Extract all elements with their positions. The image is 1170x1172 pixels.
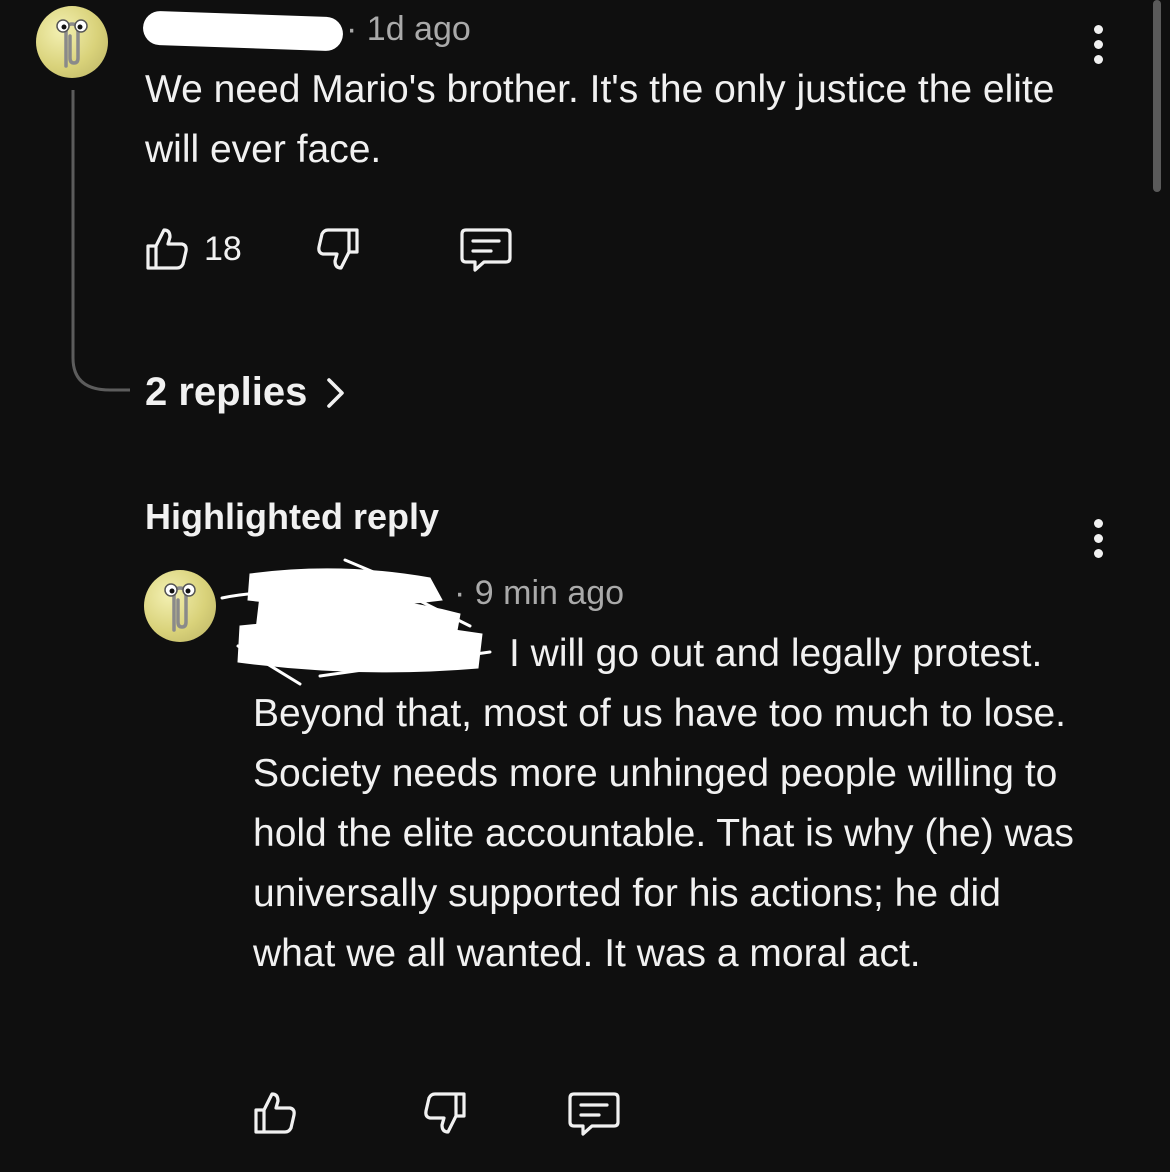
reply-text: I will go out and legally protest. Beyon… <box>253 624 1093 984</box>
comment-meta: · 1d ago <box>346 10 471 49</box>
comment-avatar[interactable] <box>36 6 108 78</box>
comment-icon <box>460 228 512 272</box>
thumbs-down-icon <box>424 1092 466 1134</box>
comment-menu-button[interactable] <box>1088 25 1108 64</box>
comment-text: We need Mario's brother. It's the only j… <box>145 68 1055 171</box>
view-replies-link[interactable]: 2 replies <box>145 370 347 415</box>
comment-icon <box>568 1092 620 1136</box>
redacted-username <box>142 10 344 52</box>
thumbs-up-icon <box>254 1092 296 1134</box>
paperclip-avatar-icon <box>164 583 196 632</box>
thumbs-up-icon <box>146 228 188 270</box>
thread-line <box>71 90 130 392</box>
reply-time: 9 min ago <box>474 574 625 612</box>
highlighted-reply-label: Highlighted reply <box>145 496 440 537</box>
replies-label: 2 replies <box>145 370 308 414</box>
like-count: 18 <box>204 230 242 268</box>
paperclip-avatar-icon <box>56 19 88 68</box>
reply-text-content: I will go out and legally protest. Beyon… <box>253 632 1074 975</box>
thumbs-down-icon <box>317 228 359 270</box>
reply-meta: · 9 min ago <box>454 574 624 613</box>
scrollbar[interactable] <box>1153 0 1161 192</box>
reply-avatar[interactable] <box>144 570 216 642</box>
dislike-button[interactable] <box>314 226 362 274</box>
reply-comment-button[interactable] <box>567 1090 621 1138</box>
comment-time: 1d ago <box>366 10 471 48</box>
reply-dislike-button[interactable] <box>421 1090 469 1138</box>
reply-button[interactable] <box>459 226 513 274</box>
reply-menu-button[interactable] <box>1088 519 1108 558</box>
like-button[interactable] <box>143 224 191 272</box>
meta-separator: · <box>346 10 358 48</box>
chevron-right-icon <box>327 377 345 408</box>
reply-like-button[interactable] <box>251 1088 299 1136</box>
meta-separator: · <box>454 574 466 612</box>
